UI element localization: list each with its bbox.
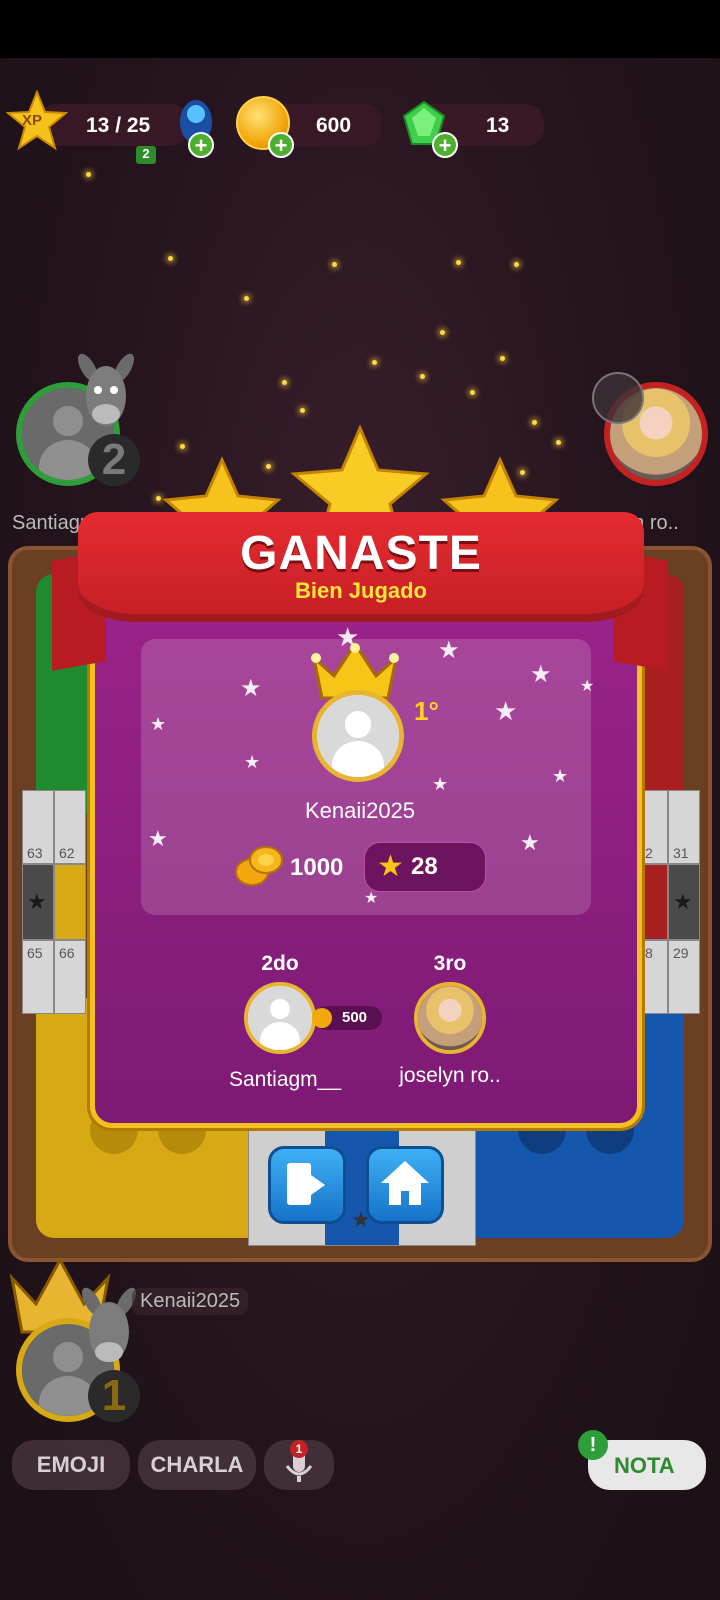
result-ribbon: GANASTE Bien Jugado [78,512,644,622]
board-cell: 29 [668,940,700,1014]
emoji-button[interactable]: EMOJI [12,1440,130,1490]
xp-label: XP [22,112,43,129]
xp-progress: 13 / 25 [86,114,151,137]
mic-badge: 1 [290,1440,308,1458]
chat-button[interactable]: CHARLA [138,1440,256,1490]
exit-icon [287,1163,325,1205]
winner-avatar [312,690,404,782]
second-coins: 500 [342,1009,368,1026]
second-coins-badge: 500 [312,1006,382,1030]
coins-value: 600 [316,114,352,137]
result-subtitle: Bien Jugado [294,578,427,603]
booster-add-button[interactable]: + [188,132,214,158]
bottom-donkey-icon [78,1286,140,1372]
exit-button[interactable] [268,1146,346,1224]
board-cell: 31 [668,790,700,864]
winner-stars-badge: ★ 28 [364,842,486,892]
winner-place: 1° [414,696,439,726]
donkey-icon [74,352,138,432]
winner-name: Kenaii2025 [304,798,416,823]
board-cell: ★ [22,864,54,940]
gift-icon[interactable] [592,372,644,424]
bottom-player-seat: 1 [88,1370,140,1422]
coin-icon [312,1008,332,1028]
home-button[interactable] [366,1146,444,1224]
avatar [317,695,399,777]
note-label: NOTA [614,1453,675,1478]
second-avatar [244,982,316,1054]
third-name: joselyn ro.. [399,1064,501,1087]
board-cell: ★ [668,864,700,940]
avatar [248,986,312,1050]
board-cell: 63 [22,790,54,864]
board-cell [54,864,86,940]
coins-add-button[interactable]: + [268,132,294,158]
board-cell: 66 [54,940,86,1014]
level-badge: 2 [136,146,156,164]
board-cell: 62 [54,790,86,864]
star-icon: ★ [377,850,404,883]
note-alert-badge: ! [578,1430,608,1460]
second-name: Santiagm__ [228,1068,342,1091]
winner-coins: 1000 [290,854,344,881]
gems-add-button[interactable]: + [432,132,458,158]
player-left-seat: 2 [88,434,140,486]
third-place-label: 3ro [433,952,467,975]
board-cell: 65 [22,940,54,1014]
home-icon [381,1161,429,1205]
status-bar [0,0,720,58]
winner-stars: 28 [411,853,438,880]
coin-stack-icon [234,842,286,888]
result-title: GANASTE [240,527,482,580]
gems-value: 13 [486,114,510,137]
bottom-player-name: Kenaii2025 [132,1288,249,1315]
avatar [418,986,482,1050]
second-place-label: 2do [261,952,299,975]
third-avatar [414,982,486,1054]
xp-star-icon: XP [5,89,69,152]
